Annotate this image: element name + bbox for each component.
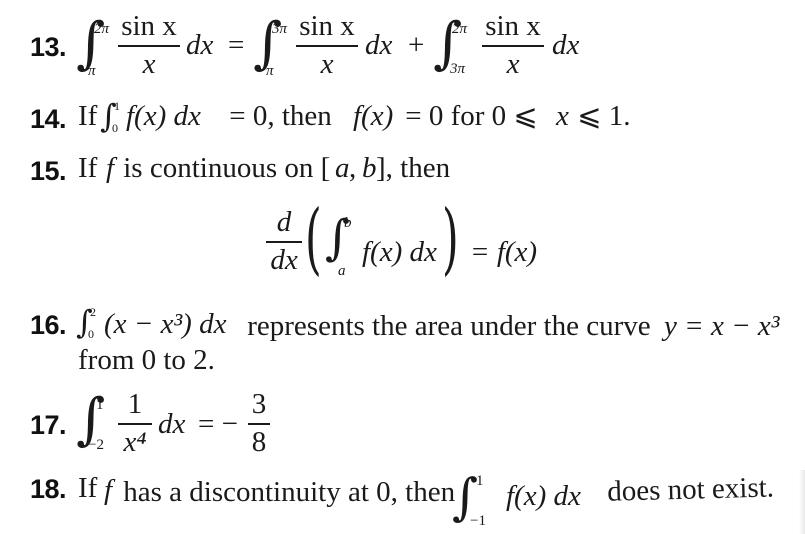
text: = 0, then bbox=[222, 100, 340, 132]
lower-limit: −1 bbox=[470, 513, 486, 529]
upper-limit: 2 bbox=[90, 305, 96, 319]
fraction: sin x x bbox=[118, 12, 180, 79]
text: If bbox=[78, 100, 98, 132]
derivative-operator: d dx bbox=[266, 208, 302, 275]
denominator: dx bbox=[270, 244, 298, 276]
variable: x bbox=[556, 100, 569, 132]
fraction-bar bbox=[482, 45, 544, 47]
numerator: 3 bbox=[251, 388, 267, 420]
text: = 0 for 0 ⩽ bbox=[398, 100, 545, 132]
denominator: x bbox=[506, 48, 520, 80]
text: ⩽ 1. bbox=[570, 100, 631, 132]
left-paren: ( bbox=[305, 194, 322, 284]
denominator: x bbox=[320, 48, 334, 80]
upper-limit: 3π bbox=[272, 21, 288, 37]
denominator: x⁴ bbox=[123, 426, 147, 458]
result: = f(x) bbox=[470, 236, 538, 268]
differential: dx bbox=[158, 408, 186, 440]
text: ], then bbox=[376, 152, 451, 184]
integrand: f(x) dx bbox=[362, 236, 437, 268]
text: is continuous on [ bbox=[116, 152, 331, 184]
numerator: 1 bbox=[127, 388, 143, 420]
differential: dx bbox=[365, 29, 393, 61]
problem-number: 18. bbox=[30, 474, 67, 504]
upper-limit: 1 bbox=[476, 473, 484, 489]
equals-sign: = bbox=[228, 29, 245, 61]
fraction: sin x x bbox=[296, 12, 358, 79]
integrand: (x − x³) dx bbox=[104, 308, 227, 340]
function: f bbox=[104, 474, 113, 506]
curve-equation: y = x − x³ bbox=[664, 310, 780, 342]
right-paren: ) bbox=[442, 194, 459, 284]
equals-minus: = − bbox=[198, 408, 238, 440]
lower-limit: π bbox=[88, 63, 96, 79]
text: If bbox=[78, 152, 105, 184]
lower-limit: π bbox=[266, 63, 274, 79]
fraction: sin x x bbox=[482, 12, 544, 79]
problem-number: 13. bbox=[30, 32, 67, 62]
denominator: x bbox=[142, 48, 156, 80]
upper-limit: 2π bbox=[94, 21, 110, 37]
fraction-bar bbox=[266, 241, 302, 243]
integrand: f(x) dx bbox=[506, 480, 581, 512]
text: represents the area under the curve bbox=[240, 310, 658, 342]
denominator: 8 bbox=[251, 426, 267, 458]
problem-number: 16. bbox=[30, 310, 67, 340]
function: f(x) bbox=[353, 100, 394, 132]
numerator: sin x bbox=[485, 10, 541, 42]
lower-limit: a bbox=[338, 263, 346, 279]
lower-limit: 0 bbox=[88, 327, 94, 341]
lower-limit: 3π bbox=[450, 61, 466, 77]
lower-limit: 0 bbox=[112, 121, 118, 135]
problem-number: 15. bbox=[30, 156, 67, 186]
fraction-bar bbox=[118, 45, 180, 47]
text: If bbox=[78, 472, 105, 504]
upper-limit: 1 bbox=[96, 397, 104, 413]
textbook-page: 13. ∫ 2π π sin x x dx = ∫ 3π π sin x x d… bbox=[0, 0, 805, 534]
fraction-bar bbox=[248, 423, 270, 425]
numerator: sin x bbox=[299, 10, 355, 42]
upper-limit: 2π bbox=[452, 21, 468, 37]
differential: dx bbox=[552, 29, 580, 61]
upper-limit: 1 bbox=[114, 99, 120, 113]
integrand: f(x) dx bbox=[126, 100, 201, 132]
fraction-bar bbox=[296, 45, 358, 47]
fraction: 1 x⁴ bbox=[118, 390, 152, 457]
result-fraction: 3 8 bbox=[248, 390, 270, 457]
text: from 0 to 2. bbox=[78, 344, 215, 376]
differential: dx bbox=[186, 29, 214, 61]
problem-number: 14. bbox=[30, 104, 67, 134]
numerator: d bbox=[276, 206, 292, 238]
plus-sign: + bbox=[408, 29, 425, 61]
upper-limit: b bbox=[344, 215, 352, 231]
page-edge-shadow bbox=[799, 470, 805, 534]
variable-a: a bbox=[335, 152, 350, 184]
text: has a discontinuity at 0, then bbox=[116, 476, 463, 508]
problem-number: 17. bbox=[30, 410, 67, 440]
lower-limit: −2 bbox=[88, 437, 104, 453]
function: f bbox=[106, 152, 115, 184]
numerator: sin x bbox=[121, 10, 177, 42]
variable-b: b bbox=[362, 152, 377, 184]
fraction-bar bbox=[118, 423, 152, 425]
text: does not exist. bbox=[599, 471, 775, 508]
